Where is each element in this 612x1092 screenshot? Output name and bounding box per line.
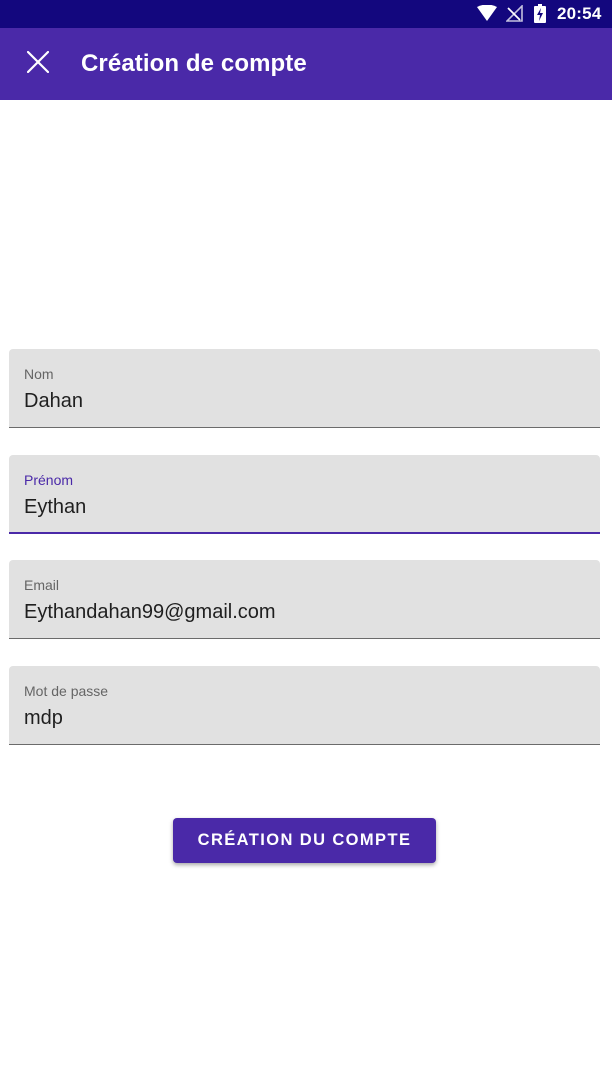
no-signal-icon <box>505 4 523 27</box>
password-field[interactable]: Mot de passe mdp <box>9 666 600 745</box>
email-field[interactable]: Email Eythandahan99@gmail.com <box>9 560 600 639</box>
password-label: Mot de passe <box>24 683 109 699</box>
prenom-label: Prénom <box>24 472 74 488</box>
app-bar: Création de compte <box>0 28 612 100</box>
battery-charging-icon <box>534 4 546 28</box>
password-input[interactable]: mdp <box>24 707 63 730</box>
close-icon <box>26 50 50 78</box>
nom-label: Nom <box>24 366 54 382</box>
page-title: Création de compte <box>81 50 307 77</box>
nom-field[interactable]: Nom Dahan <box>9 349 600 428</box>
create-account-button[interactable]: CRÉATION DU COMPTE <box>173 818 436 863</box>
status-time: 20:54 <box>557 4 602 23</box>
nom-input[interactable]: Dahan <box>24 390 83 413</box>
close-button[interactable] <box>14 40 62 88</box>
prenom-field[interactable]: Prénom Eythan <box>9 455 600 534</box>
prenom-input[interactable]: Eythan <box>24 496 86 519</box>
wifi-icon <box>477 4 497 27</box>
status-bar: 20:54 <box>0 0 612 28</box>
email-input[interactable]: Eythandahan99@gmail.com <box>24 601 276 624</box>
email-label: Email <box>24 577 60 593</box>
